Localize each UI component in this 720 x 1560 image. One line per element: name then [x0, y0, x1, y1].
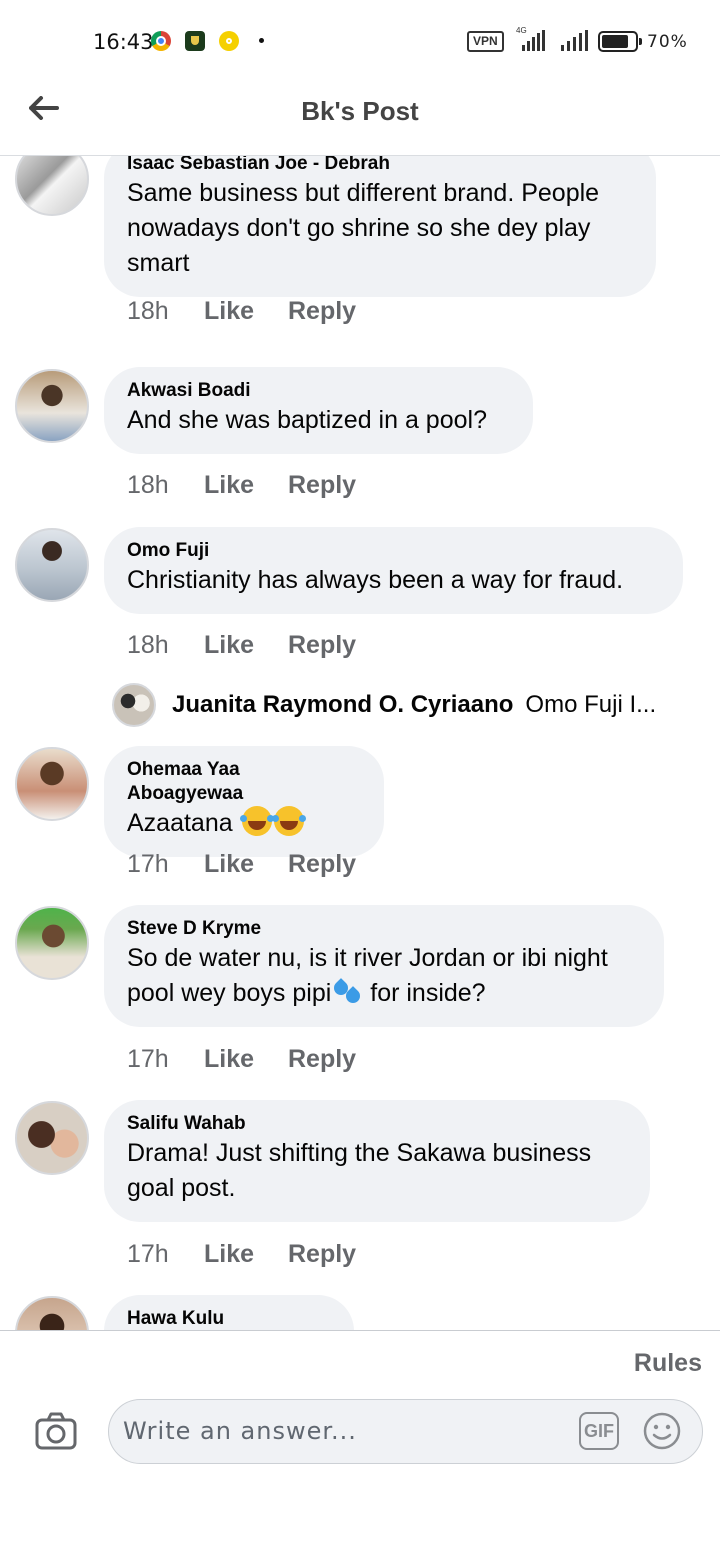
- comment-bubble: Akwasi Boadi And she was baptized in a p…: [104, 367, 533, 454]
- avatar[interactable]: [15, 906, 89, 980]
- avatar[interactable]: [15, 1296, 89, 1330]
- comment-text-line: So de water nu, is it river Jordan or ib…: [127, 944, 608, 972]
- comment-bubble: Omo Fuji Christianity has always been a …: [104, 527, 683, 614]
- like-button[interactable]: Like: [204, 850, 288, 879]
- status-time: 16:43: [93, 30, 154, 54]
- comment-bubble: Ohemaa Yaa Aboagyewaa Azaatana: [104, 746, 384, 857]
- comment-actions: 18h Like Reply: [127, 631, 356, 660]
- reply-button[interactable]: Reply: [288, 850, 356, 879]
- notification-dot-icon: [259, 38, 264, 43]
- comment-text: Drama! Just shifting the Sakawa business…: [127, 1139, 592, 1202]
- chrome-icon: [151, 31, 171, 51]
- comment-author[interactable]: Hawa Kulu: [127, 1307, 330, 1330]
- like-button[interactable]: Like: [204, 631, 288, 660]
- avatar[interactable]: [15, 747, 89, 821]
- like-button[interactable]: Like: [204, 1045, 288, 1074]
- comment-author[interactable]: Steve D Kryme: [127, 917, 640, 941]
- comment-text: So de water nu, is it river Jordan or ib…: [127, 941, 640, 1011]
- comment-text-line: pool wey boys pipi: [127, 979, 332, 1007]
- like-button[interactable]: Like: [204, 1240, 288, 1269]
- comment-time[interactable]: 18h: [127, 471, 204, 500]
- comment-time[interactable]: 18h: [127, 631, 204, 660]
- reply-button[interactable]: Reply: [288, 471, 356, 500]
- post-header: Bk's Post: [0, 80, 720, 156]
- signal-icon: [561, 30, 588, 51]
- comment-author[interactable]: Akwasi Boadi: [127, 379, 509, 403]
- yellow-app-icon: [219, 31, 239, 51]
- battery-percent: 70%: [647, 32, 688, 52]
- comment-input[interactable]: Write an answer... GIF: [108, 1399, 703, 1464]
- comment-input-placeholder: Write an answer...: [123, 1417, 357, 1445]
- laughing-tears-emoji-icon: [239, 806, 272, 836]
- shield-app-icon: [185, 31, 205, 51]
- avatar[interactable]: [15, 1101, 89, 1175]
- reply-button[interactable]: Reply: [288, 297, 356, 326]
- comment-actions: 18h Like Reply: [127, 297, 356, 326]
- comment-text-line: for inside?: [363, 979, 486, 1007]
- comment-bubble: Isaac Sebastian Joe - Debrah Same busine…: [104, 156, 656, 297]
- comment-bubble: Salifu Wahab Drama! Just shifting the Sa…: [104, 1100, 650, 1222]
- vpn-badge: VPN: [467, 31, 504, 52]
- avatar[interactable]: [15, 156, 89, 216]
- comment-composer: Rules Write an answer... GIF: [0, 1330, 720, 1560]
- avatar[interactable]: [15, 528, 89, 602]
- camera-icon: [35, 1412, 77, 1450]
- reply-button[interactable]: Reply: [288, 1240, 356, 1269]
- comment-text: Same business but different brand. Peopl…: [127, 179, 600, 277]
- sweat-droplets-emoji-icon: [331, 977, 363, 1007]
- reply-preview[interactable]: Juanita Raymond O. Cyriaano Omo Fuji I..…: [112, 683, 692, 727]
- comment-actions: 18h Like Reply: [127, 471, 356, 500]
- camera-button[interactable]: [34, 1409, 78, 1453]
- smiley-icon: [643, 1412, 681, 1450]
- comment-time[interactable]: 18h: [127, 297, 204, 326]
- reply-button[interactable]: Reply: [288, 631, 356, 660]
- reply-author[interactable]: Juanita Raymond O. Cyriaano: [172, 691, 513, 719]
- avatar[interactable]: [15, 369, 89, 443]
- comment-text: Azaatana: [127, 806, 360, 841]
- comment-text-content: Azaatana: [127, 809, 240, 837]
- comment-actions: 17h Like Reply: [127, 1240, 356, 1269]
- avatar[interactable]: [112, 683, 156, 727]
- page-title: Bk's Post: [301, 96, 419, 126]
- reply-text: Omo Fuji I...: [525, 691, 657, 718]
- emoji-button[interactable]: [642, 1411, 682, 1451]
- reply-button[interactable]: Reply: [288, 1045, 356, 1074]
- comment-author[interactable]: Omo Fuji: [127, 539, 659, 563]
- comment-author[interactable]: Isaac Sebastian Joe - Debrah: [127, 156, 632, 176]
- comment-actions: 17h Like Reply: [127, 850, 356, 879]
- like-button[interactable]: Like: [204, 471, 288, 500]
- comment-author[interactable]: Ohemaa Yaa Aboagyewaa: [127, 758, 360, 806]
- comment-time[interactable]: 17h: [127, 1045, 204, 1074]
- battery-icon: [598, 31, 642, 52]
- comments-feed[interactable]: Isaac Sebastian Joe - Debrah Same busine…: [0, 156, 720, 1330]
- rules-link[interactable]: Rules: [634, 1349, 702, 1378]
- comment-bubble: Hawa Kulu: [104, 1295, 354, 1330]
- comment-author[interactable]: Salifu Wahab: [127, 1112, 626, 1136]
- laughing-tears-emoji-icon: [271, 806, 304, 836]
- comment-text: Christianity has always been a way for f…: [127, 566, 624, 594]
- comment-bubble: Steve D Kryme So de water nu, is it rive…: [104, 905, 664, 1027]
- comment-actions: 17h Like Reply: [127, 1045, 356, 1074]
- comment-text: And she was baptized in a pool?: [127, 406, 487, 434]
- like-button[interactable]: Like: [204, 297, 288, 326]
- signal-icon: [522, 30, 545, 51]
- comment-time[interactable]: 17h: [127, 850, 204, 879]
- gif-button[interactable]: GIF: [579, 1412, 619, 1450]
- comment-time[interactable]: 17h: [127, 1240, 204, 1269]
- status-bar: 16:43 VPN 4G 70%: [0, 0, 720, 80]
